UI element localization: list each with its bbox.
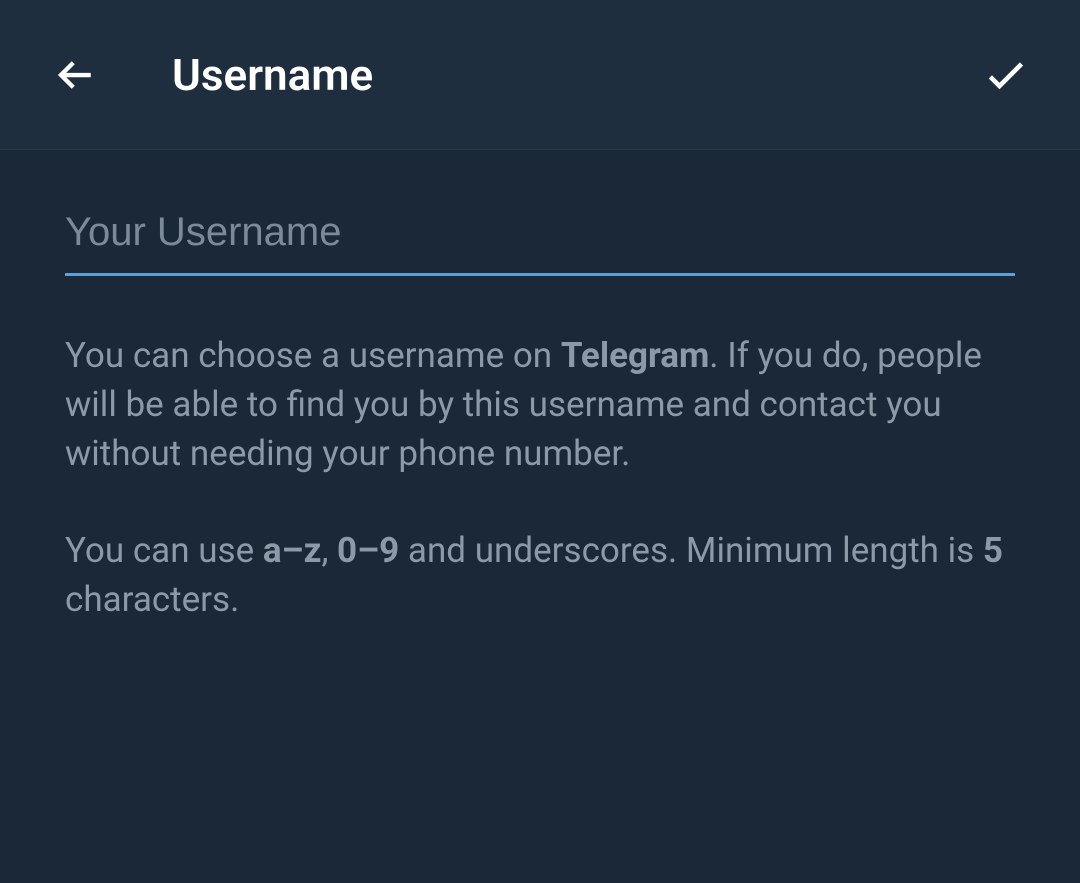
help-text-span: characters.	[65, 579, 239, 620]
content-area: You can choose a username on Telegram. I…	[0, 150, 1080, 684]
confirm-button[interactable]	[980, 50, 1030, 100]
header: Username	[0, 0, 1080, 150]
back-button[interactable]	[50, 50, 100, 100]
help-text-bold: Telegram	[561, 335, 709, 376]
help-text-span: You can choose a username on	[65, 335, 561, 376]
page-title: Username	[172, 49, 980, 101]
help-text-span: ,	[321, 530, 337, 571]
help-text-bold: 0–9	[337, 530, 399, 571]
arrow-left-icon	[54, 54, 96, 96]
help-text-bold: 5	[983, 530, 1003, 571]
help-text-span: and underscores. Minimum length is	[399, 530, 983, 571]
username-input[interactable]	[65, 210, 1015, 276]
input-wrapper	[65, 210, 1015, 276]
help-text: You can choose a username on Telegram. I…	[65, 331, 1015, 624]
help-text-span: You can use	[65, 530, 263, 571]
help-paragraph-2: You can use a–z, 0–9 and underscores. Mi…	[65, 526, 1015, 624]
help-paragraph-1: You can choose a username on Telegram. I…	[65, 331, 1015, 478]
help-text-bold: a–z	[263, 530, 322, 571]
check-icon	[983, 53, 1027, 97]
